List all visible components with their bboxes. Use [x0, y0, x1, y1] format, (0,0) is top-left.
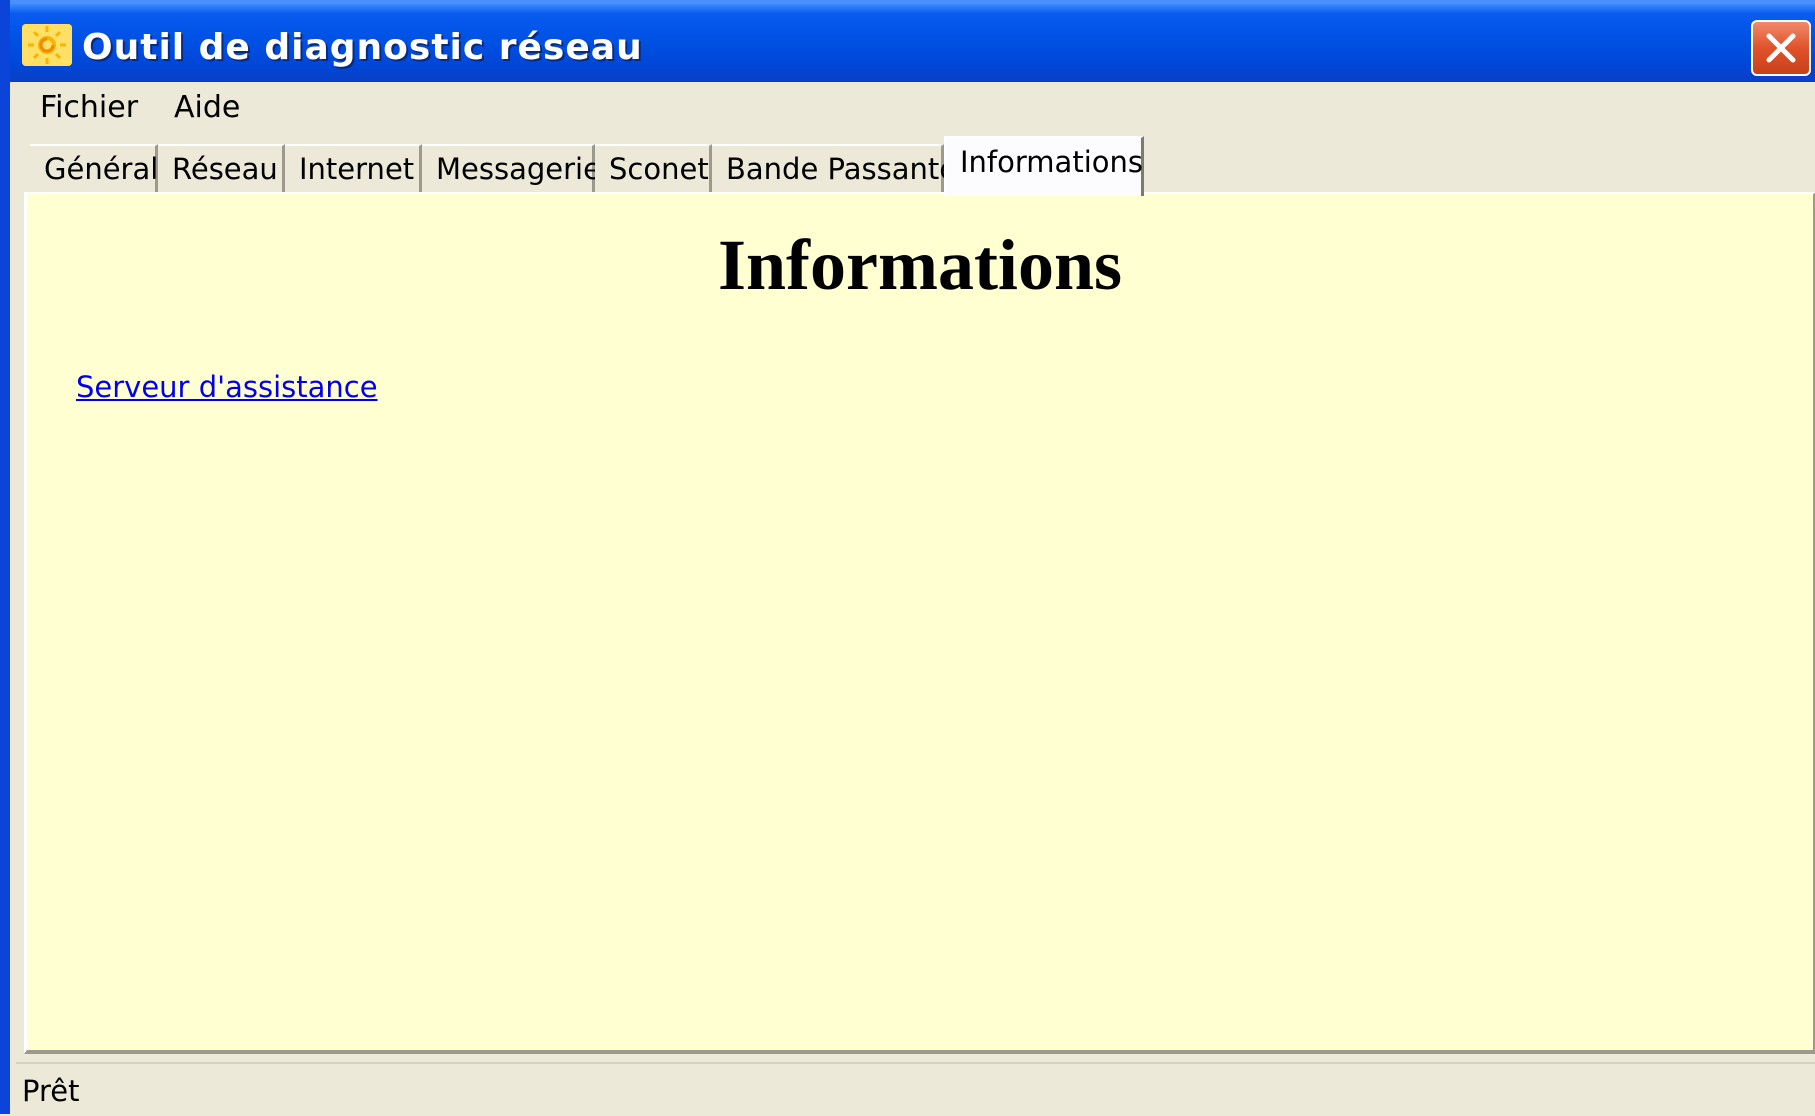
- window-title: Outil de diagnostic réseau: [82, 27, 643, 68]
- tab-messagerie[interactable]: Messagerie: [422, 144, 601, 196]
- tab-strip: Général Réseau Internet Messagerie Scone…: [22, 134, 1815, 196]
- support-server-link[interactable]: Serveur d'assistance: [76, 370, 378, 404]
- close-button[interactable]: [1751, 20, 1811, 76]
- menu-aide[interactable]: Aide: [164, 86, 250, 129]
- menu-bar: Fichier Aide: [10, 82, 1815, 132]
- tab-sconet[interactable]: Sconet: [595, 144, 712, 196]
- status-text: Prêt: [22, 1074, 80, 1108]
- tab-informations[interactable]: Informations: [944, 136, 1144, 196]
- close-icon: [1766, 33, 1796, 63]
- app-window: Outil de diagnostic réseau Fichier Aide …: [0, 0, 1815, 1116]
- app-sun-icon: [22, 24, 72, 66]
- status-bar: Prêt: [16, 1062, 1815, 1116]
- menu-fichier[interactable]: Fichier: [30, 86, 148, 129]
- tab-internet[interactable]: Internet: [285, 144, 422, 196]
- tab-reseau[interactable]: Réseau: [158, 144, 285, 196]
- tab-bande-passante[interactable]: Bande Passante: [712, 144, 957, 196]
- tab-general[interactable]: Général: [30, 144, 158, 196]
- informations-panel: Informations Serveur d'assistance: [24, 192, 1815, 1054]
- title-bar[interactable]: Outil de diagnostic réseau: [10, 0, 1815, 82]
- page-title: Informations: [717, 225, 1122, 305]
